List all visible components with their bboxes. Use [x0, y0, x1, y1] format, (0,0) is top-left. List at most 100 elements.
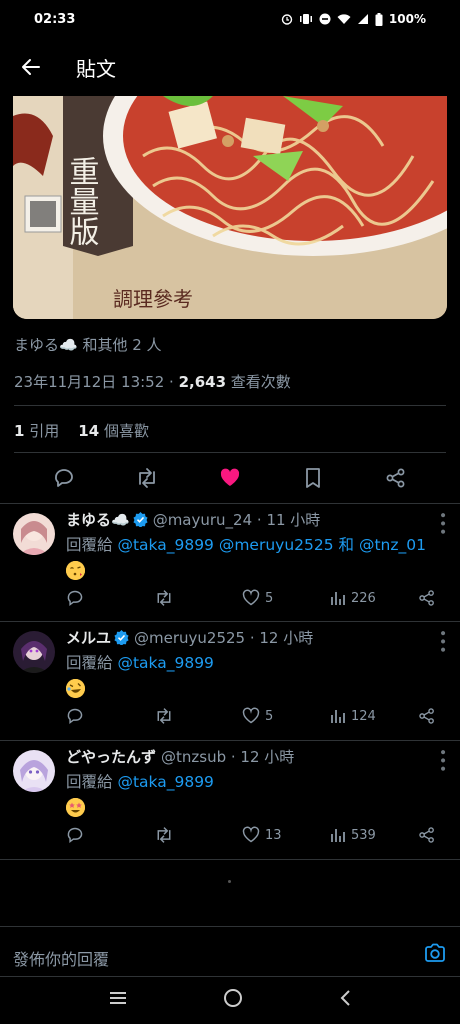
more-options-icon[interactable]: •••	[434, 748, 450, 773]
alarm-icon	[281, 14, 293, 25]
reply-share-button[interactable]	[418, 826, 436, 844]
quotes-stat[interactable]: 1 引用	[14, 422, 59, 440]
more-options-icon[interactable]: •••	[434, 629, 450, 654]
system-nav-bar	[0, 976, 460, 1024]
battery-icon	[375, 12, 383, 26]
battery-percent: 100%	[388, 12, 426, 26]
reply-actions: 13 539	[66, 826, 446, 844]
reply-repost-button[interactable]	[154, 826, 242, 844]
reply-like-button[interactable]: 5	[242, 589, 330, 607]
reply-to-prefix: 回覆給	[66, 654, 118, 672]
home-button[interactable]	[223, 988, 243, 1012]
recent-apps-button[interactable]	[108, 990, 128, 1010]
arrow-left-icon	[22, 59, 40, 75]
avatar-image	[13, 631, 55, 673]
repost-icon	[157, 590, 171, 606]
reply-share-button[interactable]	[418, 707, 436, 725]
reply-like-button[interactable]: 13	[242, 826, 330, 844]
noodle-package-image: 重量版 調理參考	[13, 96, 447, 319]
reply-views-button[interactable]: 226	[330, 590, 418, 606]
divider	[14, 405, 446, 406]
reply-author-name[interactable]: まゆる☁️	[66, 509, 130, 530]
dnd-icon	[319, 13, 331, 25]
likes-stat[interactable]: 14 個喜歡	[78, 422, 149, 440]
views-chart-icon	[331, 592, 345, 605]
reply-item[interactable]: まゆる☁️ @mayuru_24 · 11 小時 ••• 回覆給 @taka_9…	[0, 503, 460, 621]
reply-input[interactable]: 發佈你的回覆	[13, 946, 109, 970]
likes-count: 14	[78, 422, 100, 440]
menu-icon	[109, 992, 126, 1004]
share-icon	[419, 590, 434, 606]
avatar[interactable]	[13, 631, 55, 673]
reply-to-mentions[interactable]: @taka_9899	[117, 773, 213, 791]
reply-header: どやったんず @tnzsub · 12 小時	[66, 746, 294, 767]
back-button[interactable]	[18, 54, 44, 80]
divider	[14, 452, 446, 453]
bookmark-button[interactable]	[283, 467, 343, 489]
repost-icon	[157, 827, 171, 843]
reply-view-count: 539	[351, 827, 376, 843]
page-title: 貼文	[76, 56, 116, 81]
reply-like-count: 13	[265, 827, 282, 843]
post-actions	[0, 460, 460, 496]
heart-icon	[242, 589, 260, 606]
share-icon	[419, 708, 434, 724]
liked-by-line[interactable]: まゆる☁️ 和其他 2 人	[14, 334, 162, 355]
reply-compose-bar[interactable]: 發佈你的回覆	[0, 930, 460, 978]
camera-icon[interactable]	[424, 942, 446, 968]
reply-icon	[67, 827, 83, 844]
reply-author-name[interactable]: メルユ	[66, 627, 111, 648]
reply-button[interactable]	[34, 467, 94, 489]
reply-to-line: 回覆給 @taka_9899	[66, 651, 214, 673]
reply-comment-button[interactable]	[66, 589, 154, 607]
avatar[interactable]	[13, 750, 55, 792]
status-time: 02:33	[34, 11, 76, 27]
reply-share-button[interactable]	[418, 589, 436, 607]
system-back-button[interactable]	[338, 989, 352, 1011]
reply-comment-button[interactable]	[66, 707, 154, 725]
repost-icon	[138, 468, 155, 488]
verified-badge-icon	[133, 512, 148, 527]
reply-item[interactable]: どやったんず @tnzsub · 12 小時 ••• 回覆給 @taka_989…	[0, 740, 460, 859]
reply-header: まゆる☁️ @mayuru_24 · 11 小時	[66, 509, 320, 530]
rolling-laughing-emoji-icon	[66, 679, 85, 698]
share-button[interactable]	[366, 467, 426, 489]
reply-like-count: 5	[265, 590, 274, 606]
loading-dot	[228, 880, 231, 883]
avatar[interactable]	[13, 513, 55, 555]
like-button[interactable]	[200, 467, 260, 489]
reply-to-prefix: 回覆給	[66, 773, 118, 791]
reply-repost-button[interactable]	[154, 589, 242, 607]
reply-views-button[interactable]: 124	[330, 708, 418, 724]
star-eyes-emoji-icon	[66, 798, 85, 817]
reply-to-line: 回覆給 @taka_9899	[66, 770, 214, 792]
repost-icon	[157, 708, 171, 724]
reply-actions: 5 124	[66, 707, 446, 725]
views-chart-icon	[331, 829, 345, 842]
reply-header: メルユ @meruyu2525 · 12 小時	[66, 627, 313, 648]
status-icons: 100%	[281, 12, 426, 26]
reply-view-count: 226	[351, 590, 376, 606]
home-circle-icon	[223, 989, 242, 1007]
avatar-image	[13, 513, 55, 555]
reply-repost-button[interactable]	[154, 707, 242, 725]
post-image[interactable]: 重量版 調理參考	[13, 96, 447, 319]
reply-to-mentions[interactable]: @taka_9899	[117, 654, 213, 672]
views-count: 2,643	[178, 373, 227, 391]
post-date: 23年11月12日 13:52 ·	[14, 373, 179, 391]
divider	[0, 859, 460, 860]
bookmark-icon	[306, 468, 321, 488]
reply-icon	[67, 708, 83, 725]
reply-to-mentions[interactable]: @taka_9899 @meruyu2525 和 @tnz_01	[117, 536, 426, 554]
reply-to-prefix: 回覆給	[66, 536, 118, 554]
reply-views-button[interactable]: 539	[330, 827, 418, 843]
more-options-icon[interactable]: •••	[434, 511, 450, 536]
reply-like-button[interactable]: 5	[242, 707, 330, 725]
share-icon	[386, 468, 405, 488]
kiss-face-emoji-icon	[66, 561, 85, 580]
repost-button[interactable]	[117, 467, 177, 489]
reply-author-name[interactable]: どやったんず	[66, 746, 156, 767]
reply-comment-button[interactable]	[66, 826, 154, 844]
share-icon	[419, 827, 434, 843]
reply-item[interactable]: メルユ @meruyu2525 · 12 小時 ••• 回覆給 @taka_98…	[0, 621, 460, 740]
